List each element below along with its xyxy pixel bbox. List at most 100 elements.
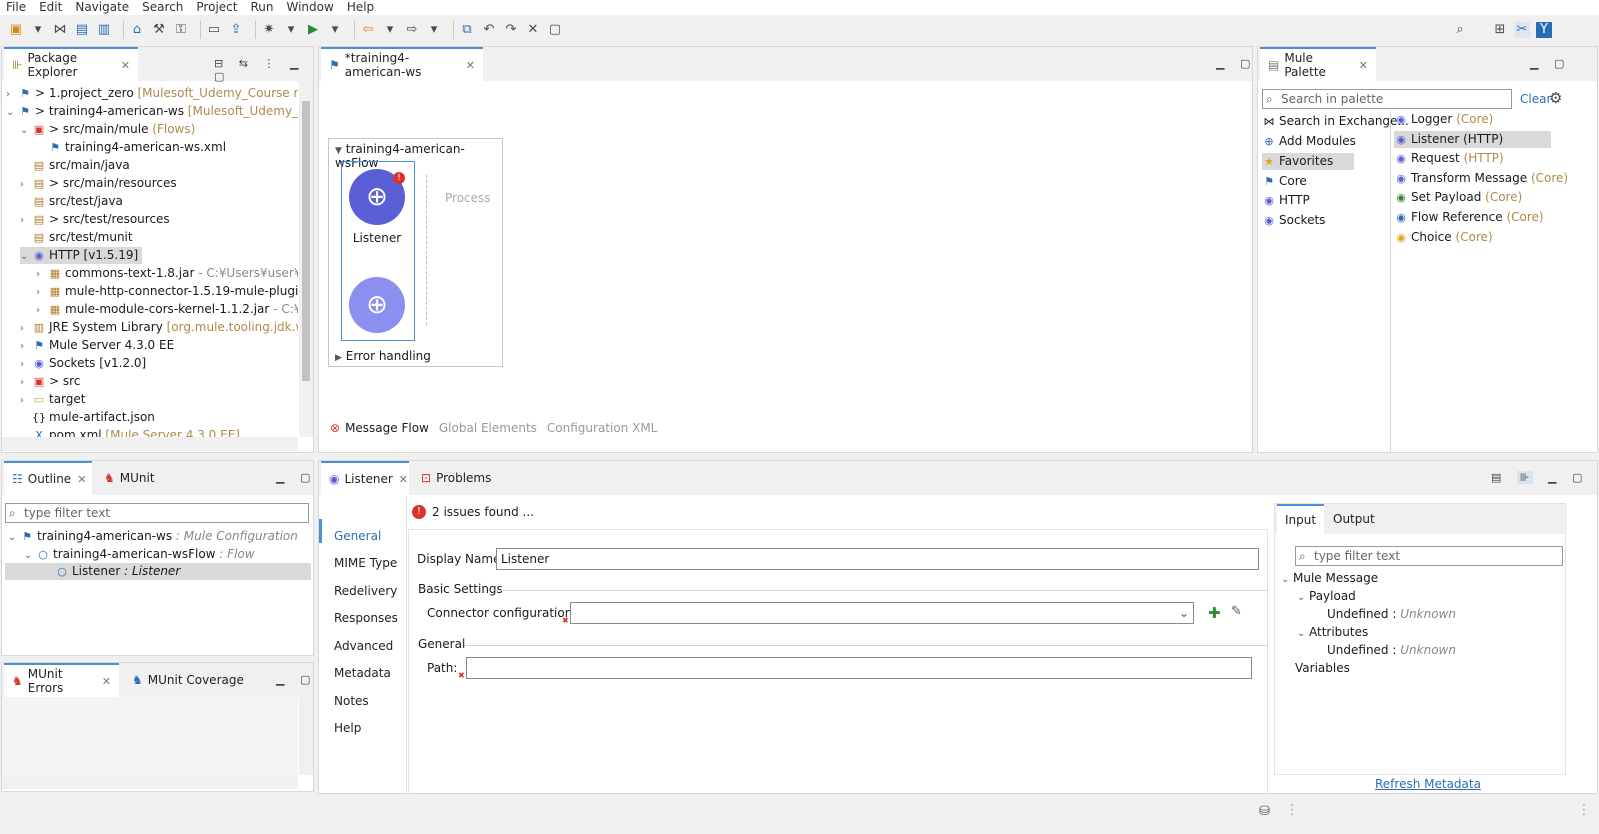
error-handling-section[interactable]: ▶ Error handling: [335, 349, 431, 363]
menu-run[interactable]: Run: [250, 0, 273, 15]
expand-icon[interactable]: ▶: [335, 353, 342, 363]
minimize-icon[interactable]: ▁: [1530, 57, 1538, 70]
nav-advanced[interactable]: Advanced: [334, 639, 393, 653]
mule-design-icon[interactable]: Y: [1536, 22, 1552, 38]
new-icon[interactable]: ▣: [8, 22, 24, 38]
tree-row[interactable]: › ⚑ Mule Server 4.3.0 EE: [20, 337, 174, 354]
tree-row[interactable]: ⌄ ▣ > src/main/mule (Flows): [20, 121, 195, 138]
maximize-icon[interactable]: ▢: [300, 673, 310, 686]
palette-category-favorites[interactable]: ★ Favorites: [1262, 153, 1354, 170]
open-external-icon[interactable]: ⧉: [459, 22, 475, 38]
search-icon[interactable]: ⌕: [1452, 22, 1468, 38]
display-name-input[interactable]: Listener: [496, 548, 1259, 570]
tab-outline[interactable]: ☷ Outline ✕: [4, 461, 92, 495]
minimize-icon[interactable]: ▁: [276, 673, 284, 686]
listener-response-component[interactable]: ⊕: [349, 277, 405, 333]
metadata-row[interactable]: ⌄ Mule Message: [1281, 570, 1378, 587]
minimize-icon[interactable]: ▁: [276, 471, 284, 484]
maximize-icon[interactable]: ▢: [1554, 57, 1564, 70]
metadata-row[interactable]: Undefined : Unknown: [1327, 606, 1456, 623]
deploy-icon[interactable]: ⌂: [129, 22, 145, 38]
dropdown-icon[interactable]: ▾: [426, 22, 442, 38]
vertical-scrollbar[interactable]: [299, 697, 313, 775]
tab-mule-palette[interactable]: ▤ Mule Palette ✕: [1260, 47, 1376, 81]
collapse-icon[interactable]: ▼: [335, 146, 342, 156]
tree-row[interactable]: ⌄ ◉ HTTP [v1.5.19]: [20, 247, 143, 264]
tree-row[interactable]: {} mule-artifact.json: [32, 409, 155, 426]
palette-item-request[interactable]: ◉ Request (HTTP): [1394, 150, 1503, 167]
palette-item-choice[interactable]: ◉ Choice (Core): [1394, 229, 1492, 246]
tree-row[interactable]: ⌄ ⚑ > training4-american-ws [Mulesoft_Udem…: [6, 103, 298, 120]
menu-project[interactable]: Project: [196, 0, 237, 15]
outline-row[interactable]: ⌄ ⚑ training4-american-ws : Mule Configura…: [8, 528, 298, 545]
metadata-row[interactable]: ⌄ Payload: [1297, 588, 1356, 605]
nav-notes[interactable]: Notes: [334, 694, 369, 708]
maximize-icon[interactable]: ▢: [1572, 471, 1582, 484]
minimize-icon[interactable]: ▁: [1548, 471, 1556, 484]
tree-view-icon[interactable]: ⊪: [1516, 471, 1533, 484]
palette-category-http[interactable]: ◉ HTTP: [1262, 192, 1310, 209]
tab-output[interactable]: Output: [1325, 504, 1383, 534]
tree-row[interactable]: ▤ src/main/java: [32, 157, 130, 174]
lock-icon[interactable]: ⚿: [173, 22, 189, 38]
tab-munit-coverage[interactable]: ♞ MUnit Coverage: [124, 663, 252, 697]
nav-redelivery[interactable]: Redelivery: [334, 584, 397, 598]
clear-button[interactable]: Clear: [1520, 92, 1551, 106]
status-menu-icon[interactable]: ⋮: [1577, 802, 1591, 818]
nav-mime-type[interactable]: MIME Type: [334, 556, 397, 570]
tree-row[interactable]: › ▤ > src/main/resources: [20, 175, 177, 192]
minimize-icon[interactable]: ▁: [1216, 57, 1224, 70]
tree-row[interactable]: ⚑ training4-american-ws.xml: [48, 139, 226, 156]
publish-icon[interactable]: ⇪: [228, 22, 244, 38]
dropdown-icon[interactable]: ▾: [327, 22, 343, 38]
outline-row[interactable]: ○ Listener : Listener: [5, 563, 311, 580]
palette-item-flow-reference[interactable]: ◉ Flow Reference (Core): [1394, 209, 1543, 226]
tree-row[interactable]: › ▤ > src/test/resources: [20, 211, 170, 228]
close-icon[interactable]: ✕: [77, 473, 86, 486]
close-icon[interactable]: ✕: [399, 473, 408, 486]
refresh-metadata-link[interactable]: Refresh Metadata: [1375, 777, 1481, 791]
tree-row[interactable]: › ◉ Sockets [v1.2.0]: [20, 355, 146, 372]
back-icon[interactable]: ⇦: [360, 22, 376, 38]
tree-row[interactable]: › ▦ mule-http-connector-1.5.19-mule-plugin…: [36, 283, 298, 300]
menu-navigate[interactable]: Navigate: [75, 0, 129, 15]
nav-responses[interactable]: Responses: [334, 611, 398, 625]
dropdown-icon[interactable]: ▾: [283, 22, 299, 38]
palette-item-listener[interactable]: ◉ Listener (HTTP): [1394, 131, 1551, 148]
metadata-row[interactable]: ⌄ Attributes: [1297, 624, 1368, 641]
hammer-icon[interactable]: ⚒: [151, 22, 167, 38]
dropdown-icon[interactable]: ▾: [382, 22, 398, 38]
horizontal-scrollbar[interactable]: [2, 437, 298, 451]
tree-row[interactable]: › ▥ JRE System Library [org.mule.tooling.j…: [20, 319, 298, 336]
tab-package-explorer[interactable]: ⊪ Package Explorer ✕: [4, 47, 138, 81]
view-menu-icon[interactable]: ⋮: [263, 57, 274, 70]
horizontal-scrollbar[interactable]: [2, 775, 298, 789]
tab-configuration-xml[interactable]: Configuration XML: [547, 421, 657, 435]
menu-file[interactable]: File: [6, 0, 26, 15]
undo-icon[interactable]: ↶: [481, 22, 497, 38]
open-perspective-icon[interactable]: ⊞: [1492, 22, 1508, 38]
close-icon[interactable]: ✕: [1359, 59, 1368, 72]
vertical-scrollbar[interactable]: [299, 81, 313, 437]
palette-search-input[interactable]: Search in palette: [1262, 89, 1512, 109]
tree-row[interactable]: › ▣ > src: [20, 373, 80, 390]
close-icon[interactable]: ✕: [102, 675, 111, 688]
tab-global-elements[interactable]: Global Elements: [439, 421, 537, 435]
tab-listener-properties[interactable]: ◉ Listener ✕: [321, 461, 409, 495]
palette-category-sockets[interactable]: ◉ Sockets: [1262, 212, 1325, 229]
palette-item-transform-message[interactable]: ◉ Transform Message (Core): [1394, 170, 1568, 187]
tab-message-flow[interactable]: Message Flow: [345, 421, 429, 435]
settings-gear-icon[interactable]: ⚙: [1549, 89, 1562, 107]
save-all-icon[interactable]: ▥: [96, 22, 112, 38]
redo-icon[interactable]: ↷: [503, 22, 519, 38]
palette-category-core[interactable]: ⚑ Core: [1262, 173, 1307, 190]
tab-input[interactable]: Input: [1277, 504, 1325, 534]
progress-icon[interactable]: ⛁: [1259, 804, 1270, 819]
maximize-icon[interactable]: ▢: [1240, 57, 1250, 70]
tab-munit[interactable]: ♞ MUnit: [96, 461, 163, 495]
connector-configuration-select[interactable]: ⌄: [570, 602, 1194, 624]
minimize-icon[interactable]: ▁: [290, 57, 298, 70]
add-connector-icon[interactable]: ✚: [1208, 604, 1221, 622]
run-icon[interactable]: ▶: [305, 22, 321, 38]
metadata-row[interactable]: Undefined : Unknown: [1327, 642, 1456, 659]
